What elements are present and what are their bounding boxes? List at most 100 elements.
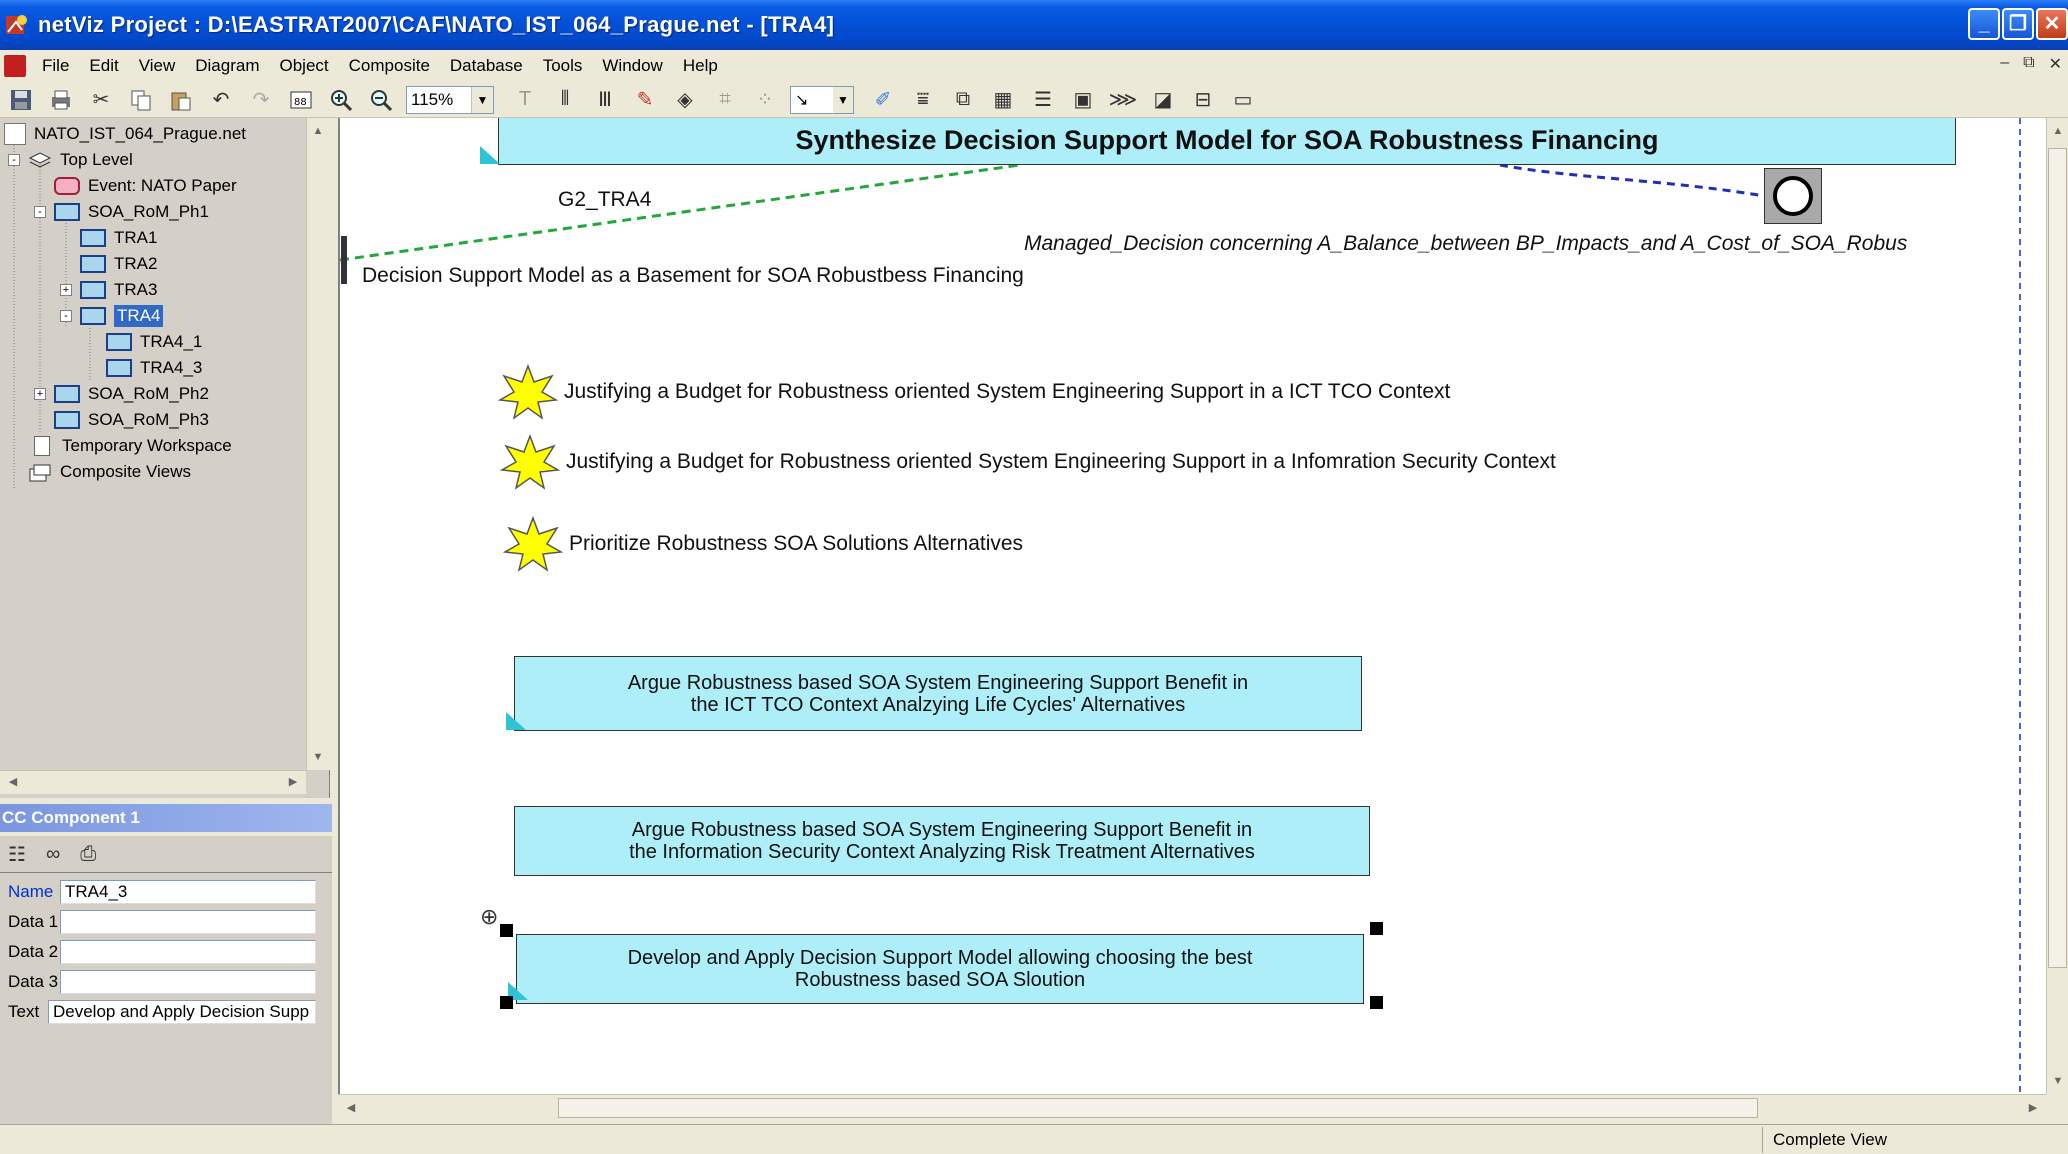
menu-diagram[interactable]: Diagram [185,56,269,76]
chevron-down-icon[interactable]: ▼ [833,86,853,113]
green-link[interactable] [340,163,1021,262]
properties-icon[interactable]: ⊟ [1188,86,1218,114]
minimize-button[interactable]: _ [1968,8,2000,40]
copy-icon[interactable] [126,86,156,114]
decision-node[interactable] [1764,168,1822,224]
menu-database[interactable]: Database [440,56,533,76]
tree-item-composite-views[interactable]: Composite Views [28,459,191,485]
network-icon[interactable]: ⋙ [1108,86,1138,114]
link-icon[interactable]: ∞ [46,843,60,866]
layout-tree-icon[interactable]: ⌗ [710,86,740,114]
tree-item-top-level[interactable]: - Top Level [8,147,133,173]
data-view-icon[interactable]: ▣ [1068,86,1098,114]
tree-item-tra4-3[interactable]: TRA4_3 [106,355,202,381]
data2-field[interactable] [60,940,316,964]
menu-tools[interactable]: Tools [533,56,593,76]
table-view-icon[interactable]: ☰ [1028,86,1058,114]
distribute-icon[interactable]: Ⅲ [590,86,620,114]
undo-icon[interactable]: ↶ [206,86,236,114]
star-item-security[interactable]: Justifying a Budget for Robustness orien… [500,434,1556,490]
text-field[interactable]: Develop and Apply Decision Supp [48,1000,316,1024]
mdi-minimize-button[interactable]: – [2000,54,2009,74]
close-button[interactable]: ✕ [2036,8,2068,40]
name-field[interactable]: TRA4_3 [60,880,316,904]
tree-horizontal-scrollbar[interactable]: ◀ ▶ [0,770,306,794]
menu-view[interactable]: View [129,56,186,76]
collapse-toggle[interactable]: - [8,154,20,166]
tree-item-tra2[interactable]: TRA2 [80,251,157,277]
horizontal-scroll-thumb[interactable] [558,1098,1758,1118]
tree-item-project[interactable]: NATO_IST_064_Prague.net [4,121,246,147]
tree-vertical-scrollbar[interactable]: ▲ ▼ [306,118,330,770]
tree-item-event-nato-paper[interactable]: Event: NATO Paper [54,173,237,199]
align-columns-icon[interactable]: ⦀ [550,86,580,114]
collapse-toggle[interactable]: - [60,310,72,322]
list-view-icon[interactable]: ☷ [8,842,26,867]
expand-toggle[interactable]: + [34,388,46,400]
edit-window-icon[interactable]: ◪ [1148,86,1178,114]
netviz-app-icon[interactable] [4,12,30,38]
tree-item-soa-rom-ph3[interactable]: SOA_RoM_Ph3 [54,407,209,433]
data3-field[interactable] [60,970,316,994]
canvas-vertical-scrollbar[interactable]: ▲ ▼ [2046,118,2068,1094]
align-top-icon[interactable]: ⩸ [908,86,938,114]
chevron-down-icon[interactable]: ▼ [471,86,493,113]
scroll-right-icon[interactable]: ▶ [2022,1097,2044,1119]
pointer-tool-select[interactable]: ↘ ▼ [790,85,854,114]
menu-help[interactable]: Help [673,56,728,76]
connector-icon[interactable]: ✐ [868,86,898,114]
menu-edit[interactable]: Edit [79,56,128,76]
resize-handle-bottom-left[interactable] [500,996,513,1009]
diagram-canvas[interactable]: Synthesize Decision Support Model for SO… [338,118,2046,1094]
fit-view-icon[interactable]: 88 [286,86,316,114]
monitor-icon[interactable]: ▭ [1228,86,1258,114]
scroll-up-icon[interactable]: ▲ [307,120,329,142]
resize-handle-top-left[interactable] [500,924,513,937]
cut-icon[interactable]: ✂ [86,86,116,114]
hierarchy-icon[interactable]: ⧉ [948,86,978,114]
redo-icon[interactable]: ↷ [246,86,276,114]
canvas-horizontal-scrollbar[interactable]: ◀ ▶ [338,1094,2046,1122]
data1-field[interactable] [60,910,316,934]
goal-box-decision-model-selected[interactable]: Develop and Apply Decision Support Model… [516,934,1364,1004]
title-bar[interactable]: netViz Project : D:\EASTRAT2007\CAF\NATO… [0,0,2068,50]
resize-handle-bottom-right[interactable] [1370,996,1383,1009]
blue-link[interactable] [1499,163,1765,198]
tree-item-temporary-workspace[interactable]: Temporary Workspace [34,433,232,459]
layout-graph-icon[interactable]: ⁘ [750,86,780,114]
document-icon[interactable] [4,55,26,77]
save-icon[interactable] [6,86,36,114]
expand-toggle[interactable]: + [60,284,72,296]
print-icon[interactable]: ⎙ [80,843,96,866]
zoom-out-icon[interactable] [366,86,396,114]
star-item-prioritize[interactable]: Prioritize Robustness SOA Solutions Alte… [503,516,1023,572]
scroll-left-icon[interactable]: ◀ [2,771,24,793]
tree-item-tra4[interactable]: - TRA4 [60,303,164,329]
mdi-close-button[interactable]: ✕ [2049,54,2062,74]
tree-item-tra3[interactable]: + TRA3 [60,277,157,303]
vertical-scroll-thumb[interactable] [2048,148,2067,968]
text-format-icon[interactable]: T [510,86,540,114]
scroll-up-icon[interactable]: ▲ [2047,120,2068,142]
print-icon[interactable] [46,86,76,114]
scroll-right-icon[interactable]: ▶ [282,771,304,793]
restore-button[interactable]: ❐ [2002,8,2034,40]
top-goal-box[interactable]: Synthesize Decision Support Model for SO… [498,118,1956,165]
star-item-ict-tco[interactable]: Justifying a Budget for Robustness orien… [498,364,1450,420]
zoom-in-icon[interactable] [326,86,356,114]
scroll-down-icon[interactable]: ▼ [2047,1070,2068,1092]
menu-file[interactable]: File [32,56,79,76]
scroll-down-icon[interactable]: ▼ [307,746,329,768]
tree-item-soa-rom-ph2[interactable]: + SOA_RoM_Ph2 [34,381,209,407]
mdi-restore-button[interactable]: ⧉ [2023,54,2034,74]
paste-icon[interactable] [166,86,196,114]
tree-item-tra1[interactable]: TRA1 [80,225,157,251]
goal-box-security[interactable]: Argue Robustness based SOA System Engine… [514,806,1370,876]
scroll-left-icon[interactable]: ◀ [340,1097,362,1119]
grid-view-icon[interactable]: ▦ [988,86,1018,114]
resize-handle-top-right[interactable] [1370,922,1383,935]
menu-object[interactable]: Object [270,56,339,76]
line-color-icon[interactable]: ✎ [630,86,660,114]
tree-item-soa-rom-ph1[interactable]: - SOA_RoM_Ph1 [34,199,209,225]
fill-color-icon[interactable]: ◈ [670,86,700,114]
